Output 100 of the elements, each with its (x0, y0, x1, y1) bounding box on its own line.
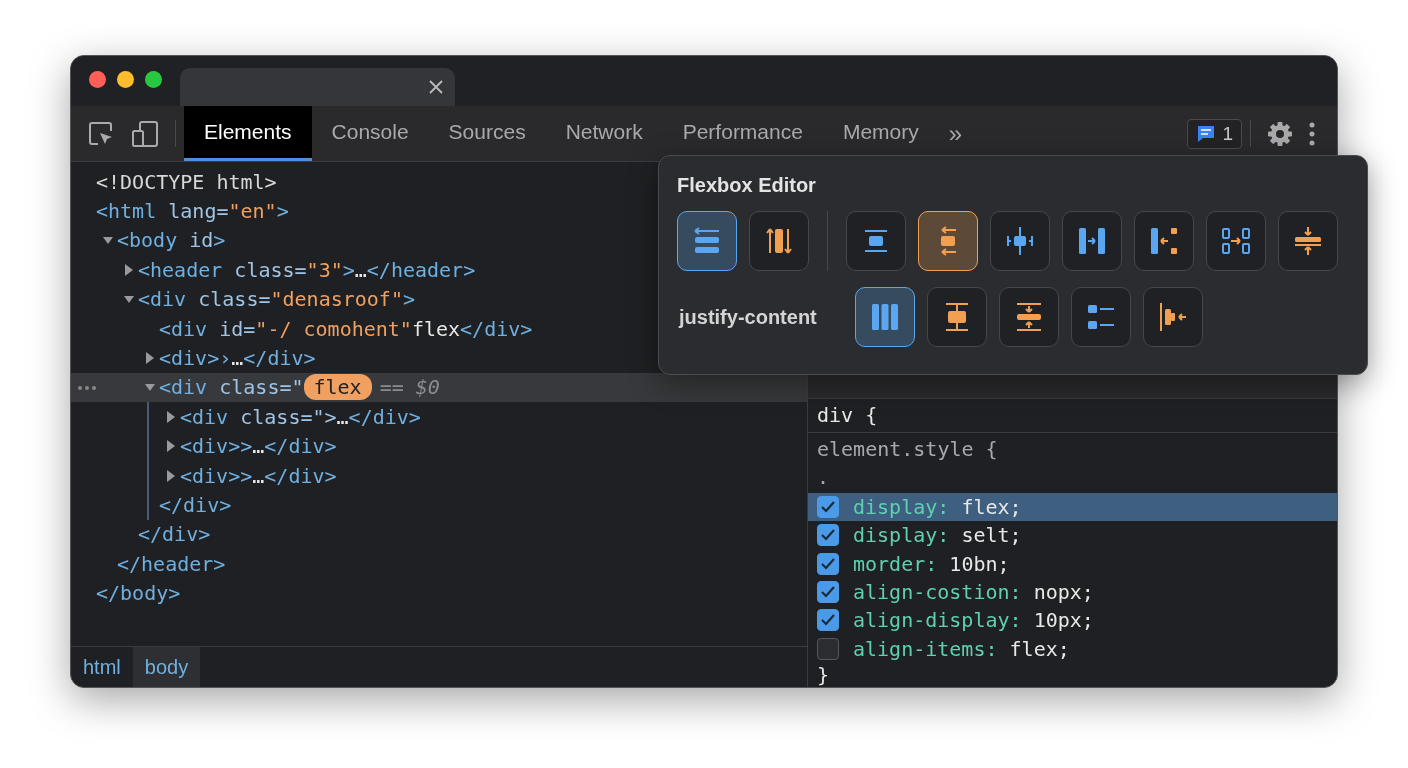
disclosure-triangle-icon[interactable] (124, 263, 134, 276)
panel-tab[interactable]: Performance (662, 106, 823, 161)
flex-option-button[interactable] (1071, 287, 1131, 347)
gear-icon (1267, 120, 1293, 147)
tag-text: > (213, 228, 226, 253)
flex-option-button[interactable] (749, 211, 809, 271)
tag-text: <div (180, 404, 229, 429)
flex-option-button[interactable] (1143, 287, 1203, 347)
tag-text: <div (159, 375, 208, 400)
tag-text: </div> (348, 404, 421, 429)
css-value[interactable]: 10px; (1033, 608, 1094, 633)
node-reference: == $0 (379, 375, 440, 400)
close-window-button[interactable] (89, 70, 106, 88)
attribute-value: "-/ comohent" (255, 316, 412, 341)
disclosure-triangle-icon[interactable] (166, 469, 176, 482)
tag-text: <body (117, 228, 178, 253)
disclosure-triangle-icon[interactable] (166, 410, 176, 423)
node-text: … (252, 463, 265, 488)
attribute-name: class= (233, 257, 307, 282)
attribute-name: class=" (218, 375, 304, 400)
checkbox[interactable] (817, 524, 839, 547)
flex-option-button[interactable] (1134, 211, 1194, 271)
tag-text: <header (138, 257, 223, 282)
flex-option-button[interactable] (927, 287, 987, 347)
maximize-window-button[interactable] (145, 70, 162, 88)
attribute-name: lang= (167, 199, 229, 224)
attribute-value: "denasroof" (270, 287, 403, 312)
checkbox[interactable] (817, 581, 839, 604)
css-value[interactable]: flex; (1009, 636, 1070, 661)
popup-title: Flexbox Editor (677, 174, 817, 197)
chat-icon (1196, 124, 1217, 143)
css-value[interactable]: nopx; (1033, 580, 1094, 605)
panel-tab[interactable]: Memory (822, 106, 939, 161)
tag-text: > (342, 257, 355, 282)
node-text: … (354, 257, 367, 282)
checkbox[interactable] (817, 637, 839, 660)
doctype-text: <!DOCTYPE html> (96, 169, 277, 194)
more-dots-icon[interactable] (77, 384, 97, 391)
attribute-name: id= (218, 316, 256, 341)
tag-text: <html (96, 199, 157, 224)
tag-text: <div>> (180, 434, 253, 459)
flex-option-button[interactable] (990, 211, 1050, 271)
close-icon[interactable] (429, 80, 443, 94)
node-text: … (252, 434, 265, 459)
flex-option-button[interactable] (846, 211, 906, 271)
tag-text: <div (138, 287, 187, 312)
css-selector: div { (817, 403, 878, 428)
css-property[interactable]: align-items: (853, 636, 998, 661)
panel-tab[interactable]: Network (545, 106, 663, 161)
minimize-window-button[interactable] (117, 70, 134, 88)
flex-option-button[interactable] (1062, 211, 1122, 271)
flex-option-button[interactable] (918, 211, 978, 271)
property-label: justify-content (677, 305, 818, 329)
flex-option-button[interactable] (855, 287, 915, 347)
cursor-icon (87, 119, 115, 148)
checkbox[interactable] (817, 495, 839, 518)
attribute-value: "3" (306, 257, 343, 282)
attribute-name: id (188, 228, 214, 253)
tag-text: <div (159, 316, 208, 341)
flex-option-button[interactable] (1278, 211, 1338, 271)
disclosure-triangle-icon[interactable] (145, 352, 155, 365)
tag-text: </div> (460, 316, 533, 341)
checkbox[interactable] (817, 609, 839, 632)
flex-option-button[interactable] (1206, 211, 1266, 271)
closing-tag: </header> (117, 551, 226, 576)
attribute-value: "en" (228, 199, 277, 224)
tag-text: </div> (264, 434, 337, 459)
css-property[interactable]: align-display: (853, 608, 1022, 633)
devices-icon (131, 119, 159, 148)
closing-tag: </div> (159, 493, 232, 517)
breadcrumb[interactable]: body (132, 647, 201, 687)
css-rule: element.style { (817, 436, 998, 461)
tag-text: > (402, 287, 415, 312)
node-text: … (231, 346, 244, 371)
css-property[interactable]: display: (853, 523, 950, 548)
flex-option-button[interactable] (999, 287, 1059, 347)
flex-badge[interactable]: flex (303, 374, 372, 401)
css-property[interactable]: morder: (853, 551, 938, 576)
panel-tab[interactable]: Elements (184, 106, 312, 161)
disclosure-triangle-icon[interactable] (166, 440, 176, 453)
tag-text: <div> (159, 346, 220, 371)
css-value[interactable]: flex; (961, 494, 1022, 519)
closing-tag: </body> (96, 581, 181, 606)
issues-button[interactable]: 1 (1187, 118, 1242, 149)
css-value[interactable]: 10bn; (949, 551, 1010, 576)
tag-text: </div> (264, 463, 337, 488)
flex-option-button[interactable] (677, 211, 737, 271)
checkbox[interactable] (817, 552, 839, 575)
css-property[interactable]: align-costion: (853, 580, 1022, 605)
panel-tab[interactable]: Console (311, 106, 429, 161)
tag-text: <div>> (180, 463, 253, 488)
attribute-name: class= (197, 287, 271, 312)
panel-tab[interactable]: Sources (428, 106, 546, 161)
more-tabs-button[interactable]: » (938, 106, 973, 161)
css-value[interactable]: selt; (961, 523, 1022, 548)
css-closing-brace: } (817, 663, 830, 687)
node-text: … (336, 404, 349, 429)
breadcrumb[interactable]: html (71, 647, 133, 687)
tag-text: </div> (243, 346, 316, 371)
css-property[interactable]: display: (853, 494, 950, 519)
